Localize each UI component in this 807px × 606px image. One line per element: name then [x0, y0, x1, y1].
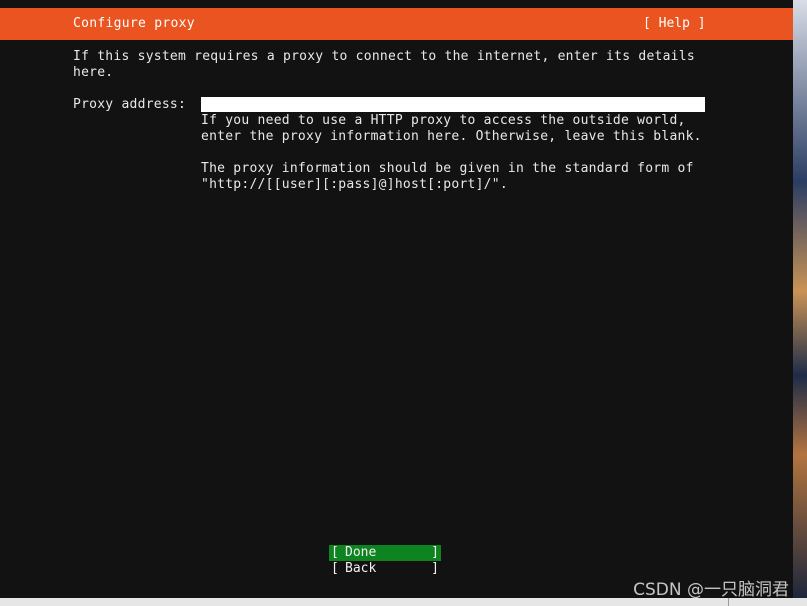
intro-text-line-1: If this system requires a proxy to conne… — [73, 49, 695, 64]
done-bracket-right: ] — [431, 545, 439, 560]
back-button[interactable]: [ Back ] — [329, 561, 441, 577]
header-bar: Configure proxy [ Help ] — [0, 8, 793, 40]
back-bracket-right: ] — [431, 561, 439, 576]
proxy-address-label: Proxy address: — [73, 97, 187, 112]
proxy-help-line-2: enter the proxy information here. Otherw… — [201, 129, 702, 144]
done-bracket-left: [ — [331, 545, 339, 560]
installer-screen: Configure proxy [ Help ] If this system … — [0, 0, 793, 598]
done-button-label: Done — [345, 545, 377, 560]
back-button-label: Back — [345, 561, 377, 576]
proxy-help-line-1: If you need to use a HTTP proxy to acces… — [201, 113, 686, 128]
proxy-form-line-1: The proxy information should be given in… — [201, 161, 694, 176]
page-title: Configure proxy — [73, 16, 195, 31]
intro-text-line-2: here. — [73, 65, 114, 80]
proxy-address-input[interactable] — [201, 97, 705, 112]
proxy-form-line-2: "http://[[user][:pass]@]host[:port]/". — [201, 177, 508, 192]
help-button[interactable]: [ Help ] — [643, 16, 706, 31]
watermark: CSDN @一只脑洞君 — [633, 580, 789, 600]
desktop-wallpaper-edge — [793, 0, 807, 606]
done-button[interactable]: [ Done ] — [329, 545, 441, 561]
back-bracket-left: [ — [331, 561, 339, 576]
